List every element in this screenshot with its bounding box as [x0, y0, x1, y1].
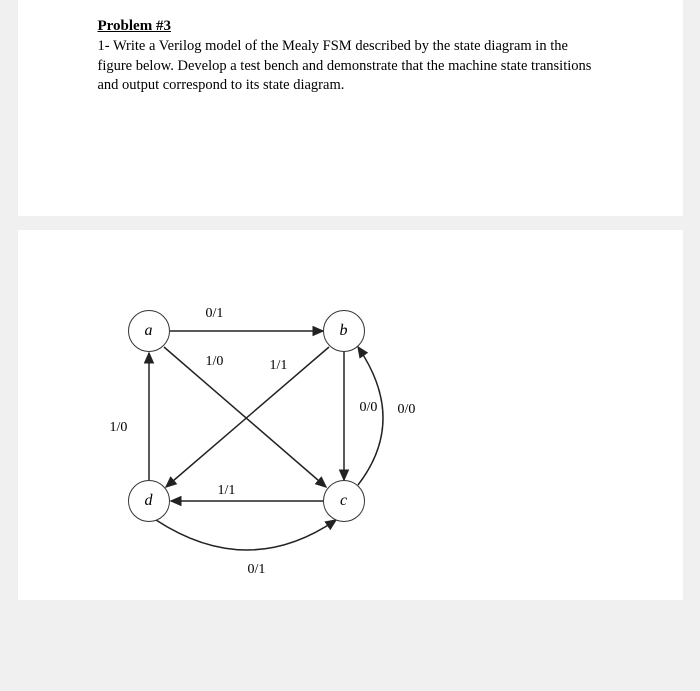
problem-body: 1- Write a Verilog model of the Mealy FS…: [98, 37, 603, 96]
label-a-b: 0/1: [206, 306, 224, 322]
state-diagram: a b c d 0/1 1/0 1/1 0/0 0/0 1/1 1/0 0/1: [98, 280, 438, 580]
problem-title: Problem #3: [98, 18, 603, 35]
edge-c-b: [358, 347, 383, 485]
label-d-a: 1/0: [110, 420, 128, 436]
edge-b-d: [166, 347, 329, 487]
state-b: b: [323, 310, 365, 352]
label-c-d: 1/1: [218, 483, 236, 499]
problem-text-block: Problem #3 1- Write a Verilog model of t…: [18, 18, 683, 216]
state-d: d: [128, 480, 170, 522]
state-c: c: [323, 480, 365, 522]
label-b-c: 0/0: [360, 400, 378, 416]
state-a: a: [128, 310, 170, 352]
edge-a-c: [164, 347, 326, 487]
edge-d-c: [156, 520, 336, 550]
page-lower: a b c d 0/1 1/0 1/1 0/0 0/0 1/1 1/0 0/1: [18, 230, 683, 600]
label-d-c: 0/1: [248, 562, 266, 578]
label-c-b: 0/0: [398, 402, 416, 418]
label-b-d: 1/1: [270, 358, 288, 374]
label-a-c: 1/0: [206, 354, 224, 370]
page-upper: Problem #3 1- Write a Verilog model of t…: [18, 0, 683, 216]
